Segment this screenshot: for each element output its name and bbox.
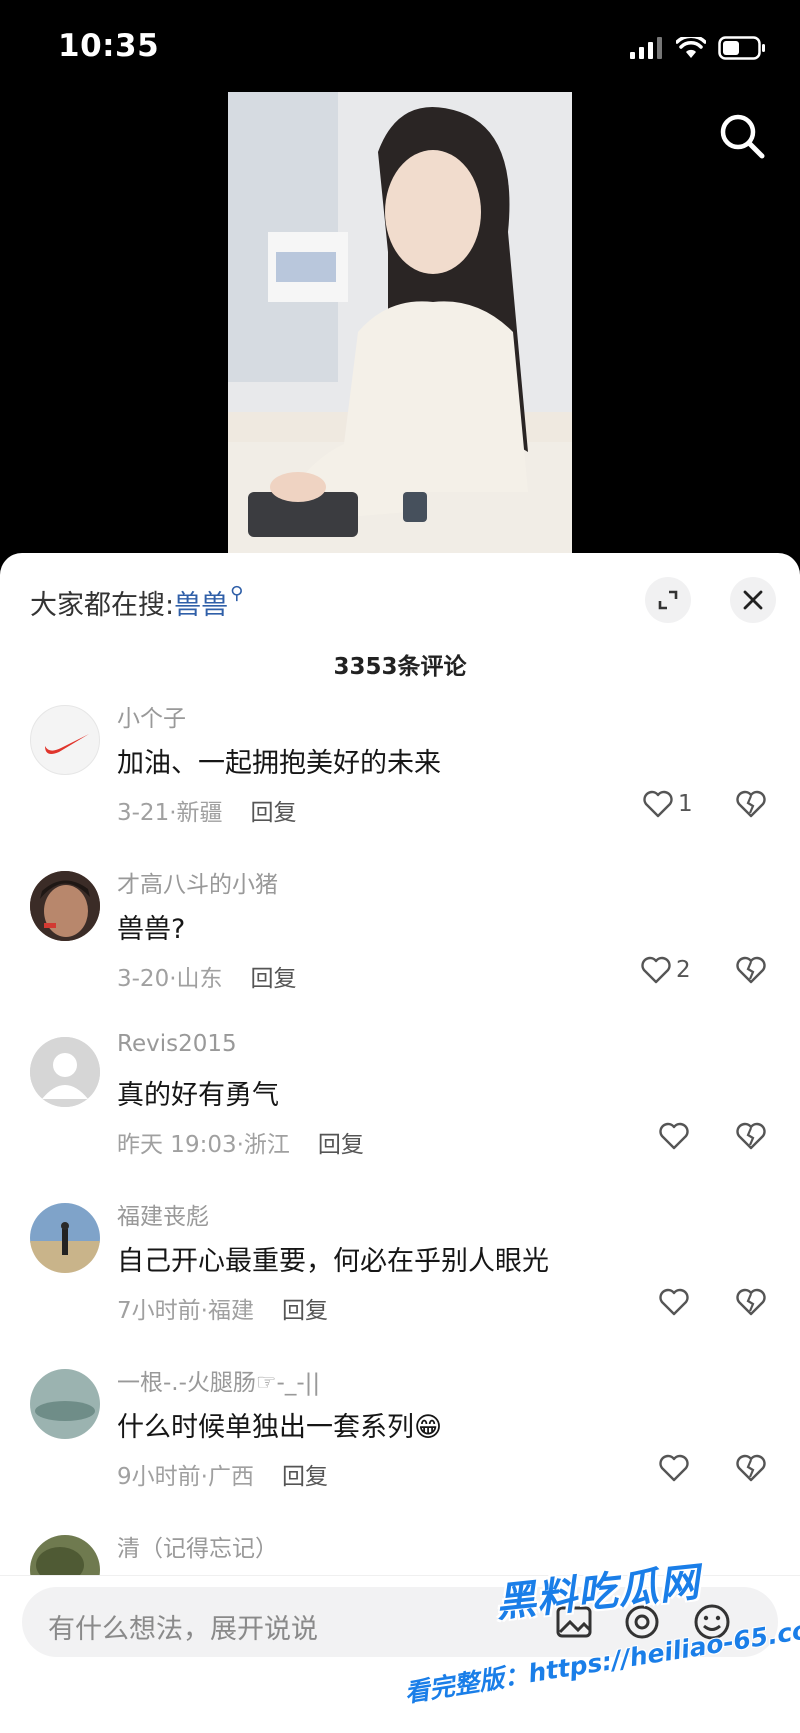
comment-username[interactable]: 小个子 [117, 699, 186, 733]
like-button[interactable] [658, 1121, 690, 1151]
comment-text: 什么时候单独出一套系列😁 [117, 1412, 443, 1443]
avatar[interactable] [30, 1369, 100, 1439]
status-icons [630, 36, 766, 60]
comment-time-location: 3-20·山东 [117, 966, 223, 992]
broken-heart-icon [736, 1288, 766, 1316]
comment-meta: 3-21·新疆 回复 [117, 793, 297, 827]
avatar-photo [30, 871, 100, 941]
signal-icon [630, 37, 662, 59]
dislike-button[interactable] [735, 955, 767, 989]
like-button[interactable] [658, 1287, 690, 1317]
comment-count: 3353条评论 [333, 654, 467, 680]
avatar-photo [30, 1203, 100, 1273]
heart-icon [659, 1288, 689, 1316]
reply-button[interactable]: 回复 [282, 1464, 328, 1490]
trending-prefix: 大家都在搜: [30, 590, 175, 621]
default-avatar-icon [30, 1037, 100, 1107]
trending-search[interactable]: 大家都在搜:兽兽 ⚲ [30, 583, 243, 622]
close-icon [743, 590, 763, 610]
comment-meta: 9小时前·广西 回复 [117, 1457, 328, 1491]
comment-meta: 7小时前·福建 回复 [117, 1291, 328, 1325]
heart-icon [643, 790, 673, 818]
reply-button[interactable]: 回复 [282, 1298, 328, 1324]
comment-text: 兽兽? [117, 914, 186, 945]
reply-button[interactable]: 回复 [251, 966, 297, 992]
battery-icon [718, 36, 765, 60]
swoosh-logo-icon [45, 734, 89, 754]
comment-text: 加油、一起拥抱美好的未来 [117, 748, 441, 779]
comment-item: 一根-.-火腿肠☞-_-|| 什么时候单独出一套系列😁 9小时前·广西 回复 [0, 1355, 800, 1515]
like-button[interactable]: 2 [640, 955, 691, 985]
broken-heart-icon [736, 790, 766, 818]
like-count: 1 [678, 791, 693, 817]
comment-time-location: 7小时前·福建 [117, 1298, 254, 1324]
comment-time-location: 3-21·新疆 [117, 800, 223, 826]
heart-icon [659, 1454, 689, 1482]
video-thumbnail [228, 92, 572, 557]
comment-username[interactable]: 清（记得忘记） [117, 1529, 278, 1563]
comment-text: 真的好有勇气 [117, 1080, 279, 1111]
heart-icon [659, 1122, 689, 1150]
broken-heart-icon [736, 956, 766, 984]
reply-button[interactable]: 回复 [318, 1132, 364, 1158]
avatar[interactable] [30, 1203, 100, 1273]
wifi-icon [676, 37, 706, 58]
status-time: 10:35 [58, 28, 160, 64]
dislike-button[interactable] [735, 789, 767, 823]
comment-meta: 昨天 19:03·浙江 回复 [117, 1125, 364, 1159]
comment-time-location: 昨天 19:03·浙江 [117, 1132, 290, 1158]
dislike-button[interactable] [735, 1287, 767, 1321]
comment-item: Revis2015 真的好有勇气 昨天 19:03·浙江 回复 [0, 1023, 800, 1183]
avatar[interactable] [30, 705, 100, 775]
close-button[interactable] [730, 577, 776, 623]
search-icon[interactable] [716, 110, 768, 162]
reply-button[interactable]: 回复 [251, 800, 297, 826]
avatar[interactable] [30, 1037, 100, 1107]
video-frame[interactable] [228, 92, 572, 557]
broken-heart-icon [736, 1454, 766, 1482]
like-button[interactable]: 1 [642, 789, 693, 819]
comment-meta: 3-20·山东 回复 [117, 959, 297, 993]
avatar[interactable] [30, 871, 100, 941]
comment-username[interactable]: 一根-.-火腿肠☞-_-|| [117, 1363, 320, 1397]
heart-icon [641, 956, 671, 984]
comment-item: 福建丧彪 自己开心最重要，何必在乎别人眼光 7小时前·福建 回复 [0, 1189, 800, 1349]
broken-heart-icon [736, 1122, 766, 1150]
like-count: 2 [676, 957, 691, 983]
comment-username[interactable]: Revis2015 [117, 1031, 237, 1057]
avatar-photo [30, 1369, 100, 1439]
comment-time-location: 9小时前·广西 [117, 1464, 254, 1490]
input-placeholder: 有什么想法，展开说说 [48, 1614, 318, 1645]
comment-text: 自己开心最重要，何必在乎别人眼光 [117, 1246, 549, 1277]
comment-item: 小个子 加油、一起拥抱美好的未来 3-21·新疆 回复 1 [0, 691, 800, 851]
dislike-button[interactable] [735, 1121, 767, 1155]
status-bar: 10:35 [0, 0, 800, 90]
expand-button[interactable] [645, 577, 691, 623]
dislike-button[interactable] [735, 1453, 767, 1487]
search-icon: ⚲ [230, 583, 244, 604]
expand-icon [658, 590, 678, 610]
comment-username[interactable]: 才高八斗的小猪 [117, 865, 278, 899]
like-button[interactable] [658, 1453, 690, 1483]
trending-term[interactable]: 兽兽 [174, 590, 228, 621]
comment-item: 才高八斗的小猪 兽兽? 3-20·山东 回复 2 [0, 857, 800, 1017]
comment-username[interactable]: 福建丧彪 [117, 1197, 209, 1231]
